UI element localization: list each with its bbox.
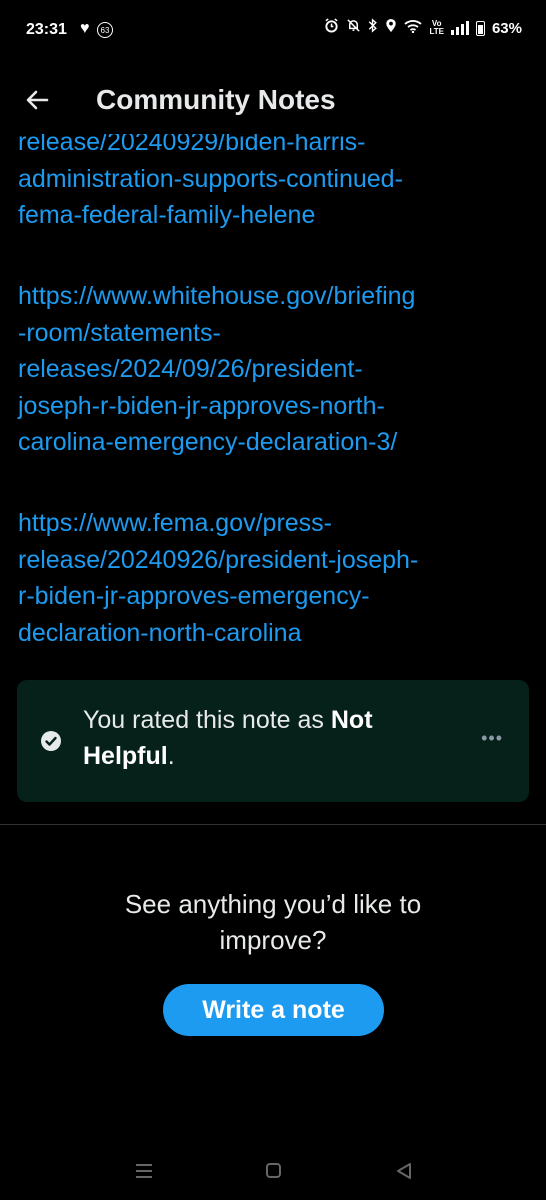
source-link-line[interactable]: https://www.whitehouse.gov/briefing xyxy=(18,278,528,315)
source-link-line[interactable]: releases/2024/09/26/president- xyxy=(18,351,528,388)
mute-icon xyxy=(346,18,361,38)
source-link-line[interactable]: administration-supports-continued- xyxy=(18,161,528,198)
source-link-line[interactable]: -room/statements- xyxy=(18,315,528,352)
system-nav-bar xyxy=(0,1140,546,1200)
write-note-button[interactable]: Write a note xyxy=(163,984,384,1036)
back-button[interactable] xyxy=(20,82,56,118)
rating-text: You rated this note as Not Helpful. xyxy=(83,702,463,774)
rating-value-2: Helpful xyxy=(83,742,168,770)
improve-prompt: See anything you’d like to improve? xyxy=(0,886,546,958)
back-triangle-icon[interactable] xyxy=(396,1162,412,1185)
divider xyxy=(0,824,546,825)
status-bar: 23:31 ♥ 63 Vo LTE 63% xyxy=(0,0,546,62)
source-link-line[interactable]: r-biden-jr-approves-emergency- xyxy=(18,578,528,615)
improve-prompt-line-2: improve? xyxy=(219,925,327,955)
home-icon[interactable] xyxy=(266,1163,281,1178)
page-title: Community Notes xyxy=(96,84,336,115)
status-icons: Vo LTE 63% xyxy=(324,18,522,38)
wifi-icon xyxy=(404,19,423,38)
source-link-line[interactable]: carolina-emergency-declaration-3/ xyxy=(18,424,528,461)
location-icon xyxy=(385,18,397,38)
check-circle-icon xyxy=(41,731,61,751)
source-link[interactable]: release/20240929/biden-harris-administra… xyxy=(18,124,528,234)
volte-bottom: LTE xyxy=(429,27,444,36)
heart-icon: ♥ xyxy=(80,20,90,37)
source-link-line[interactable]: joseph-r-biden-jr-approves-north- xyxy=(18,388,528,425)
volte-indicator: Vo LTE xyxy=(429,20,444,36)
notification-count-badge: 63 xyxy=(97,22,113,38)
source-link-line[interactable]: fema-federal-family-helene xyxy=(18,197,528,234)
source-link[interactable]: https://www.fema.gov/press-release/20240… xyxy=(18,505,528,651)
app-header: Community Notes xyxy=(0,62,546,134)
signal-icon xyxy=(450,21,469,35)
more-options-button[interactable]: ••• xyxy=(481,728,503,749)
source-link-line[interactable]: declaration-north-carolina xyxy=(18,615,528,652)
source-link-line[interactable]: release/20240926/president-joseph- xyxy=(18,542,528,579)
battery-percent: 63% xyxy=(491,19,522,37)
improve-prompt-line-1: See anything you’d like to xyxy=(124,889,422,919)
alarm-icon xyxy=(324,18,339,38)
rating-prefix: You rated this note as xyxy=(83,706,331,734)
battery-icon xyxy=(475,20,485,36)
arrow-left-icon xyxy=(26,90,49,110)
bluetooth-icon xyxy=(368,18,378,38)
source-link-line[interactable]: https://www.fema.gov/press- xyxy=(18,505,528,542)
battery-fill xyxy=(477,25,483,34)
recent-apps-icon[interactable] xyxy=(136,1164,152,1178)
rating-suffix: . xyxy=(167,742,175,770)
rating-status-card: You rated this note as Not Helpful. ••• xyxy=(17,680,529,802)
source-link[interactable]: https://www.whitehouse.gov/briefing -room… xyxy=(18,278,528,461)
status-time: 23:31 xyxy=(26,21,67,38)
rating-value-1: Not xyxy=(330,706,373,734)
